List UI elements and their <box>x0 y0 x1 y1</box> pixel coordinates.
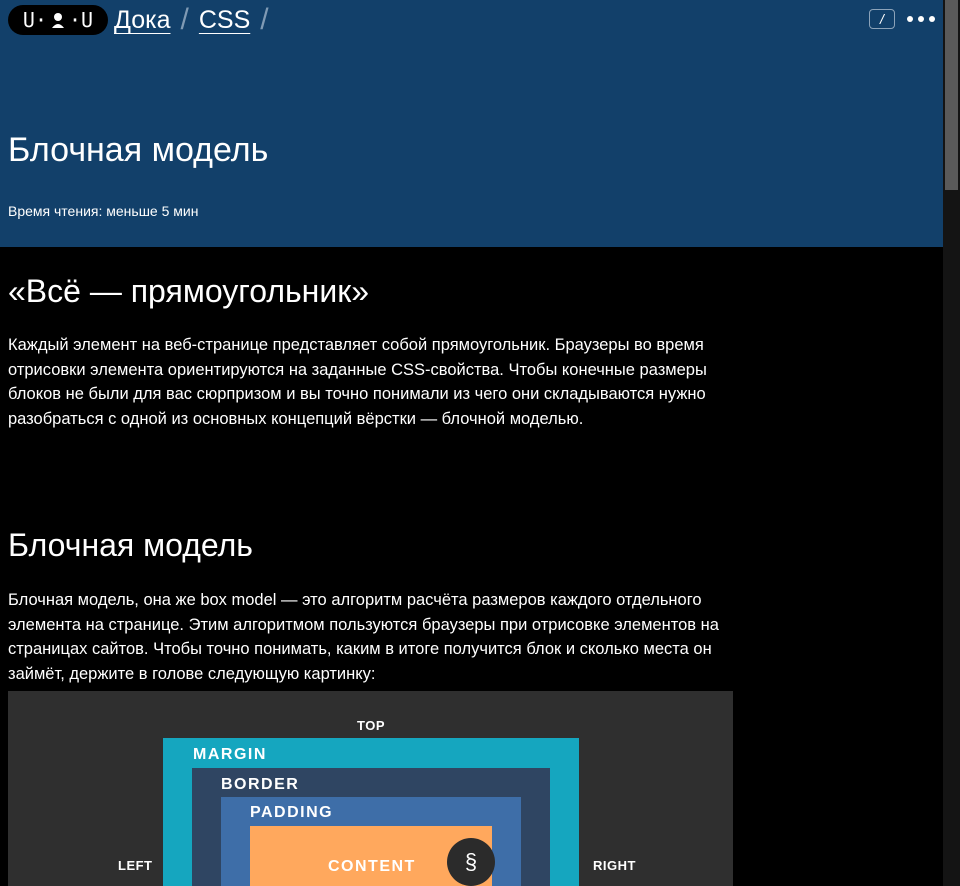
figure-label-right: RIGHT <box>593 858 636 873</box>
section-title-rectangle: «Всё — прямоугольник» <box>8 273 369 309</box>
logo-right: ·U <box>69 8 94 32</box>
box-model-figure: TOP LEFT RIGHT MARGIN BORDER PADDING CON… <box>8 691 733 886</box>
scrollbar[interactable] <box>943 0 960 886</box>
figure-label-top: TOP <box>357 718 385 733</box>
scrollbar-thumb[interactable] <box>945 0 958 190</box>
section-anchor-button[interactable]: § <box>447 838 495 886</box>
logo-left: U· <box>22 8 47 32</box>
header-tools: / <box>869 9 943 29</box>
page-title: Блочная модель <box>8 131 269 169</box>
border-label: BORDER <box>221 776 300 793</box>
ellipsis-icon[interactable] <box>907 16 935 22</box>
content-label: CONTENT <box>328 858 416 875</box>
section-text-box-model: Блочная модель, она же box model — это а… <box>8 591 719 683</box>
logo-link[interactable]: U· ·U <box>8 5 108 35</box>
padding-label: PADDING <box>250 804 334 821</box>
figure-label-left: LEFT <box>118 858 153 873</box>
section-title-box-model: Блочная модель <box>8 527 253 563</box>
breadcrumb-css[interactable]: CSS <box>199 6 250 35</box>
page: U· ·U Дока / CSS / / Блочная модель Врем… <box>0 0 943 886</box>
margin-label: MARGIN <box>193 746 267 763</box>
search-shortcut-button[interactable]: / <box>869 9 895 29</box>
breadcrumb-separator: / <box>260 3 269 36</box>
section-text-rectangle: Каждый элемент на веб-странице представл… <box>8 336 707 428</box>
page-header: U· ·U Дока / CSS / / Блочная модель Врем… <box>0 0 943 247</box>
breadcrumb: U· ·U Дока / CSS / <box>8 3 279 36</box>
person-icon <box>52 13 64 28</box>
breadcrumb-doka[interactable]: Дока <box>114 6 171 35</box>
breadcrumb-separator: / <box>180 3 189 36</box>
reading-time: Время чтения: меньше 5 мин <box>8 203 199 219</box>
